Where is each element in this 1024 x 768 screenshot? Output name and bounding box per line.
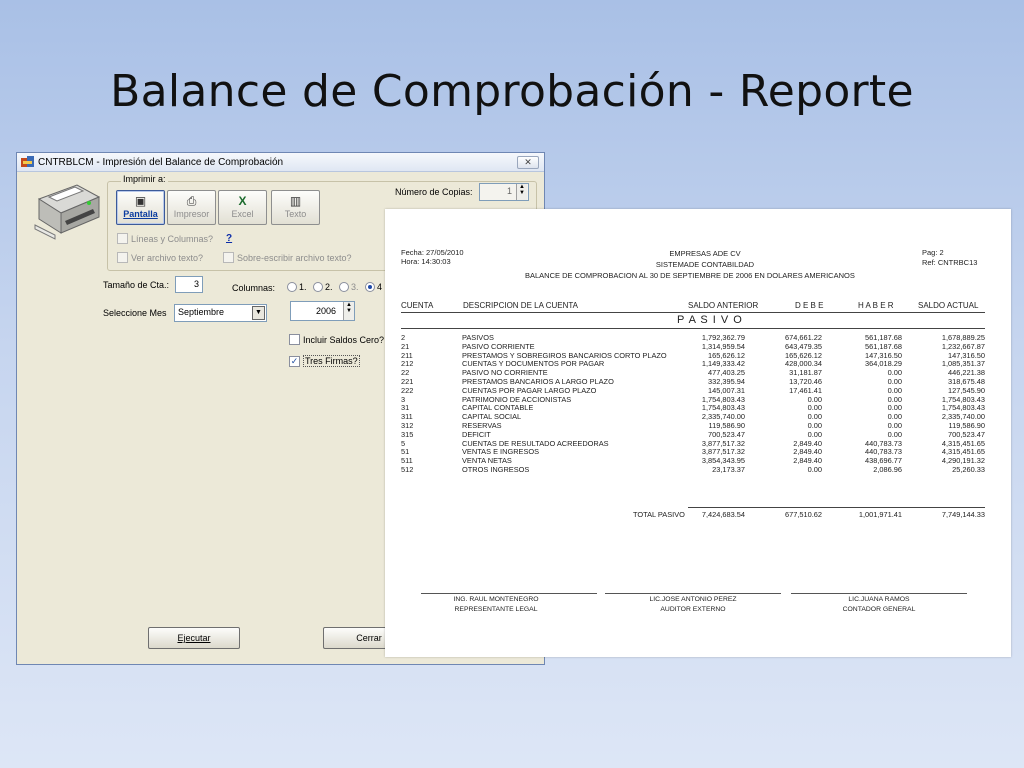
- report-ref: Ref: CNTRBC13: [922, 258, 978, 267]
- total-debe: 677,510.62: [785, 510, 822, 519]
- col-saldo-actual: SALDO ACTUAL: [918, 301, 979, 310]
- report-company: EMPRESAS ADE CV: [669, 249, 741, 258]
- report-subtitle: BALANCE DE COMPROBACION AL 30 DE SEPTIEM…: [525, 271, 855, 280]
- ver-texto-label: Ver archivo texto?: [131, 252, 204, 263]
- excel-label: Excel: [231, 209, 254, 219]
- columnas-radio-3[interactable]: 3.: [339, 282, 359, 292]
- screen-icon: ▣: [134, 194, 147, 208]
- columnas-label: Columnas:: [232, 283, 276, 293]
- cell-haber: 2,086.96: [873, 464, 902, 474]
- tres-firmas-checkbox[interactable]: ✓ Tres Firmas?: [289, 355, 360, 367]
- signature-role-1: REPRESENTANTE LEGAL: [454, 606, 538, 613]
- help-link[interactable]: ?: [226, 233, 232, 244]
- cell-saldo-actual: 25,260.33: [952, 464, 985, 474]
- total-row: TOTAL PASIVO 7,424,683.54 677,510.62 1,0…: [401, 510, 987, 519]
- mes-value: Septiembre: [178, 307, 225, 317]
- pantalla-label: Pantalla: [123, 209, 158, 219]
- cell-cuenta: 512: [401, 464, 414, 474]
- ver-texto-checkbox[interactable]: Ver archivo texto?: [117, 252, 203, 263]
- section-rule: [401, 328, 985, 329]
- col-haber: H A B E R: [858, 301, 894, 310]
- col-debe: D E B E: [795, 301, 824, 310]
- close-button[interactable]: ✕: [517, 156, 539, 169]
- copies-label: Número de Copias:: [395, 187, 473, 197]
- pantalla-button[interactable]: ▣ Pantalla: [116, 190, 165, 225]
- table-row: 512 OTROS INGRESOS 23,173.37 0.00 2,086.96 25…: [401, 464, 987, 475]
- printer-small-icon: ⎙: [186, 194, 197, 208]
- window-title: CNTRBLCM - Impresión del Balance de Comp…: [38, 156, 284, 168]
- columnas-radio-4[interactable]: 4: [365, 282, 382, 292]
- saldos-cero-checkbox[interactable]: Incluir Saldos Cero?: [289, 334, 384, 345]
- excel-icon: X: [238, 194, 247, 208]
- total-haber: 1,001,971.41: [858, 510, 902, 519]
- signature-line-2: [605, 593, 781, 594]
- cell-descripcion: OTROS INGRESOS: [462, 464, 530, 474]
- book-icon: ▥: [289, 194, 302, 208]
- texto-button[interactable]: ▥ Texto: [271, 190, 320, 225]
- texto-label: Texto: [284, 209, 307, 219]
- window-titlebar[interactable]: CNTRBLCM - Impresión del Balance de Comp…: [17, 153, 544, 172]
- cell-saldo-anterior: 23,173.37: [712, 464, 745, 474]
- report-page: Pag: 2: [922, 248, 944, 257]
- group-legend: Imprimir a:: [121, 174, 168, 184]
- chevron-down-icon[interactable]: ▼: [252, 306, 265, 320]
- report-rows: 2 PASIVOS 1,792,362.79 674,661.22 561,187.68…: [401, 333, 987, 475]
- header-rule: [401, 312, 985, 313]
- col-saldo-anterior: SALDO ANTERIOR: [688, 301, 759, 310]
- lineas-label: Líneas y Columnas?: [131, 233, 214, 244]
- signature-line-3: [791, 593, 967, 594]
- slide-title: Balance de Comprobación - Reporte: [110, 66, 914, 117]
- columnas-radio-1[interactable]: 1.: [287, 282, 307, 292]
- printer-icon: [34, 184, 101, 240]
- app-icon: [21, 156, 34, 168]
- sobre-label: Sobre-escribir archivo texto?: [237, 252, 352, 263]
- impresor-label: Impresor: [173, 209, 210, 219]
- signature-line-1: [421, 593, 597, 594]
- mes-label: Seleccione Mes: [103, 308, 167, 318]
- col-cuenta: CUENTA: [401, 301, 434, 310]
- total-saldo-actual: 7,749,144.33: [941, 510, 985, 519]
- col-descripcion: DESCRIPCION DE LA CUENTA: [463, 301, 578, 310]
- impresor-button[interactable]: ⎙ Impresor: [167, 190, 216, 225]
- copies-spinner[interactable]: ▲ ▼: [516, 184, 527, 200]
- signature-role-2: AUDITOR EXTERNO: [660, 606, 726, 613]
- saldos-cero-label: Incluir Saldos Cero?: [303, 334, 385, 345]
- lineas-columnas-checkbox[interactable]: Líneas y Columnas?: [117, 233, 213, 244]
- total-rule: [688, 507, 985, 508]
- signature-name-3: LIC.JUANA RAMOS: [848, 596, 910, 603]
- ejecutar-button[interactable]: Ejecutar: [148, 627, 240, 649]
- tamano-label: Tamaño de Cta.:: [103, 280, 170, 290]
- signature-name-2: LIC.JOSE ANTONIO PEREZ: [649, 596, 737, 603]
- report-system: SISTEMADE CONTABILDAD: [655, 260, 755, 269]
- report-preview: Fecha: 27/05/2010 Hora: 14:30:03 EMPRESA…: [385, 209, 1011, 657]
- section-pasivo: P A S I V O: [677, 314, 743, 326]
- tres-firmas-label: Tres Firmas?: [303, 355, 360, 367]
- cell-debe: 0.00: [807, 464, 822, 474]
- tamano-input[interactable]: 3: [175, 276, 203, 293]
- signature-role-3: CONTADOR GENERAL: [842, 606, 916, 613]
- year-spinner[interactable]: ▲ ▼: [343, 302, 354, 320]
- signature-name-1: ING. RAUL MONTENEGRO: [453, 596, 539, 603]
- total-label: TOTAL PASIVO: [633, 510, 685, 519]
- total-saldo-anterior: 7,424,683.54: [701, 510, 745, 519]
- excel-button[interactable]: X Excel: [218, 190, 267, 225]
- sobre-escribir-checkbox[interactable]: Sobre-escribir archivo texto?: [223, 252, 352, 263]
- columnas-radio-2[interactable]: 2.: [313, 282, 333, 292]
